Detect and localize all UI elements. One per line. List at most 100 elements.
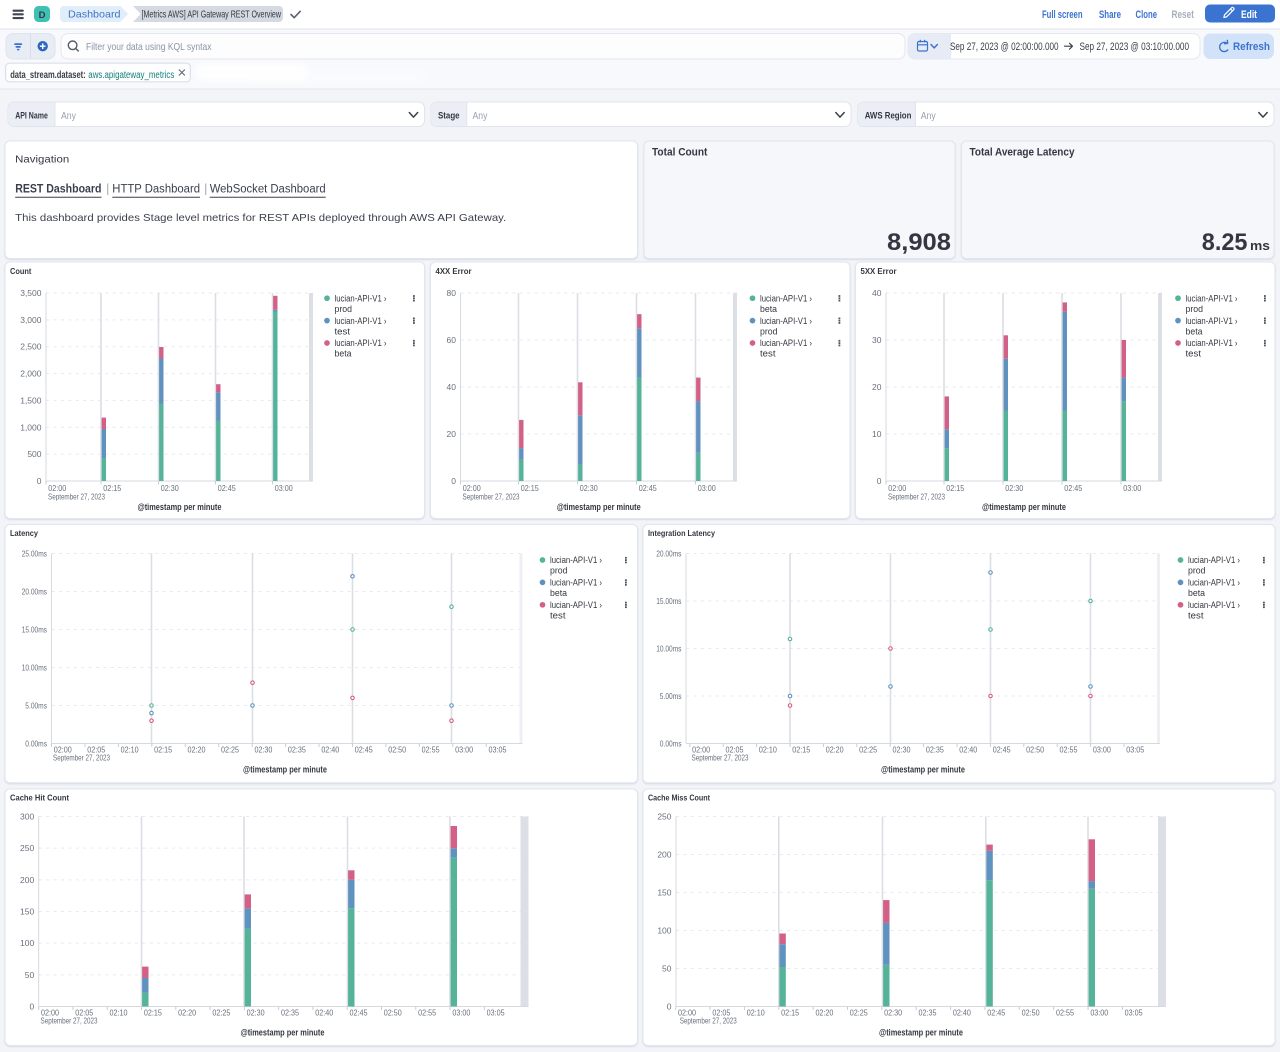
svg-text:02:15: 02:15: [154, 745, 172, 755]
svg-text:02:30: 02:30: [1005, 483, 1023, 493]
svg-text:80: 80: [447, 288, 457, 298]
svg-text:lucian-API-V1 ›: lucian-API-V1 ›: [1186, 316, 1238, 326]
svg-text:4XX Error: 4XX Error: [436, 266, 473, 276]
svg-text:|: |: [106, 184, 109, 196]
svg-text:02:15: 02:15: [521, 483, 539, 493]
svg-text:25.00ms: 25.00ms: [22, 549, 47, 559]
svg-text:test: test: [1188, 611, 1204, 621]
svg-text:02:25: 02:25: [212, 1008, 230, 1018]
svg-text:lucian-API-V1 ›: lucian-API-V1 ›: [550, 555, 602, 565]
svg-text:@timestamp per minute: @timestamp per minute: [241, 1028, 325, 1039]
svg-text:0: 0: [667, 1002, 672, 1012]
svg-text:02:25: 02:25: [859, 745, 877, 755]
svg-text:03:00: 03:00: [1090, 1008, 1108, 1018]
svg-text:10.00ms: 10.00ms: [22, 663, 47, 673]
svg-text:200: 200: [20, 875, 34, 885]
svg-text:@timestamp per minute: @timestamp per minute: [557, 502, 641, 513]
svg-text:September 27, 2023: September 27, 2023: [53, 753, 110, 763]
svg-text:@timestamp per minute: @timestamp per minute: [138, 502, 222, 513]
svg-text:prod: prod: [335, 304, 353, 314]
svg-text:D: D: [39, 10, 46, 21]
svg-text:Sep 27, 2023 @ 03:10:00.000: Sep 27, 2023 @ 03:10:00.000: [1080, 41, 1190, 53]
svg-text:03:05: 03:05: [487, 1008, 505, 1018]
svg-text:30: 30: [872, 335, 882, 345]
svg-text:1,000: 1,000: [20, 422, 42, 432]
svg-text:15.00ms: 15.00ms: [22, 625, 47, 635]
svg-text:lucian-API-V1 ›: lucian-API-V1 ›: [760, 293, 812, 303]
svg-text:REST Dashboard: REST Dashboard: [15, 184, 101, 196]
svg-text:September 27, 2023: September 27, 2023: [48, 492, 105, 502]
svg-text:40: 40: [447, 382, 457, 392]
svg-text:beta: beta: [335, 349, 352, 359]
svg-text:2,000: 2,000: [20, 369, 42, 379]
svg-text:0: 0: [37, 476, 42, 486]
svg-text:Total Count: Total Count: [652, 147, 708, 159]
svg-text:aws.apigateway_metrics: aws.apigateway_metrics: [88, 70, 174, 81]
svg-text:20: 20: [447, 429, 457, 439]
svg-text:lucian-API-V1 ›: lucian-API-V1 ›: [760, 338, 812, 348]
svg-text:02:50: 02:50: [1026, 745, 1044, 755]
svg-text:lucian-API-V1 ›: lucian-API-V1 ›: [1186, 293, 1238, 303]
svg-text:|: |: [204, 184, 207, 196]
svg-text:Edit: Edit: [1241, 9, 1257, 21]
svg-text:Share: Share: [1099, 9, 1121, 21]
svg-text:lucian-API-V1 ›: lucian-API-V1 ›: [550, 578, 602, 588]
svg-text:200: 200: [657, 850, 671, 860]
svg-text:03:00: 03:00: [1093, 745, 1111, 755]
svg-text:02:55: 02:55: [422, 745, 440, 755]
svg-text:API Name: API Name: [15, 111, 48, 121]
svg-text:ms: ms: [1250, 238, 1270, 253]
svg-text:02:30: 02:30: [893, 745, 911, 755]
svg-text:03:05: 03:05: [489, 745, 507, 755]
svg-text:data_stream.dataset:: data_stream.dataset:: [10, 70, 86, 81]
svg-text:@timestamp per minute: @timestamp per minute: [982, 502, 1066, 513]
svg-text:20: 20: [872, 382, 882, 392]
svg-text:September 27, 2023: September 27, 2023: [888, 492, 945, 502]
svg-text:300: 300: [20, 812, 34, 822]
svg-text:500: 500: [27, 449, 41, 459]
svg-text:Dashboard: Dashboard: [68, 9, 121, 21]
svg-text:AWS Region: AWS Region: [865, 111, 912, 121]
svg-text:02:20: 02:20: [188, 745, 206, 755]
svg-text:02:45: 02:45: [987, 1008, 1005, 1018]
svg-text:02:15: 02:15: [781, 1008, 799, 1018]
svg-text:02:45: 02:45: [993, 745, 1011, 755]
svg-text:02:20: 02:20: [826, 745, 844, 755]
svg-text:0.00ms: 0.00ms: [660, 739, 682, 749]
svg-text:test: test: [335, 326, 351, 336]
svg-text:Latency: Latency: [10, 528, 38, 538]
svg-text:Count: Count: [10, 266, 32, 276]
svg-text:Any: Any: [921, 111, 936, 122]
svg-text:02:40: 02:40: [315, 1008, 333, 1018]
svg-text:beta: beta: [1186, 326, 1203, 336]
svg-text:02:55: 02:55: [1056, 1008, 1074, 1018]
svg-text:15.00ms: 15.00ms: [656, 596, 681, 606]
svg-text:100: 100: [657, 926, 671, 936]
svg-text:Filter your data using KQL syn: Filter your data using KQL syntax: [86, 41, 212, 53]
svg-text:September 27, 2023: September 27, 2023: [680, 1016, 737, 1026]
svg-text:Refresh: Refresh: [1233, 41, 1270, 53]
svg-text:02:30: 02:30: [884, 1008, 902, 1018]
svg-text:02:45: 02:45: [218, 483, 236, 493]
svg-text:Full screen: Full screen: [1042, 9, 1083, 21]
svg-text:02:20: 02:20: [178, 1008, 196, 1018]
svg-text:03:00: 03:00: [275, 483, 293, 493]
svg-text:03:00: 03:00: [698, 483, 716, 493]
svg-text:September 27, 2023: September 27, 2023: [463, 492, 520, 502]
svg-text:02:15: 02:15: [792, 745, 810, 755]
svg-text:0: 0: [451, 476, 456, 486]
svg-text:02:50: 02:50: [1022, 1008, 1040, 1018]
svg-text:lucian-API-V1 ›: lucian-API-V1 ›: [550, 600, 602, 610]
svg-text:02:55: 02:55: [1060, 745, 1078, 755]
svg-text:20.00ms: 20.00ms: [22, 587, 47, 597]
svg-text:250: 250: [657, 812, 671, 822]
svg-text:8,908: 8,908: [887, 229, 951, 256]
svg-text:lucian-API-V1 ›: lucian-API-V1 ›: [1188, 578, 1240, 588]
svg-text:lucian-API-V1 ›: lucian-API-V1 ›: [760, 316, 812, 326]
svg-text:lucian-API-V1 ›: lucian-API-V1 ›: [335, 316, 387, 326]
svg-text:50: 50: [25, 970, 35, 980]
svg-text:02:30: 02:30: [161, 483, 179, 493]
svg-text:beta: beta: [1188, 588, 1205, 598]
svg-text:50: 50: [662, 964, 672, 974]
svg-text:lucian-API-V1 ›: lucian-API-V1 ›: [1188, 600, 1240, 610]
